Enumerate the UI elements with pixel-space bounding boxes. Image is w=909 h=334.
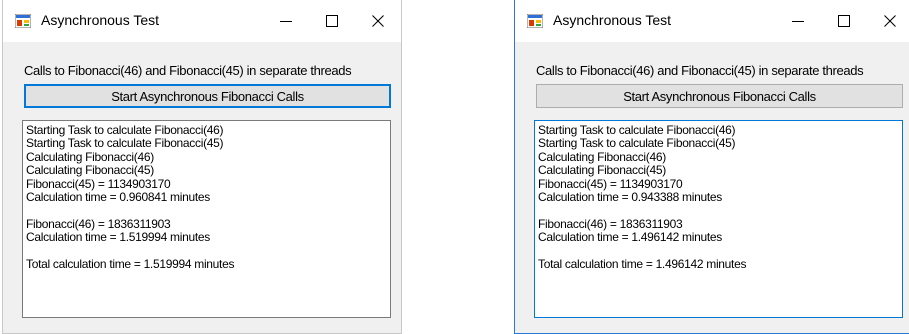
output-line: Calculating Fibonacci(46): [538, 149, 666, 164]
close-icon: [372, 15, 384, 27]
output-line: Fibonacci(45) = 1134903170: [538, 176, 683, 191]
description-label: Calls to Fibonacci(46) and Fibonacci(45)…: [24, 63, 352, 78]
app-window-icon: [15, 14, 31, 28]
title-bar[interactable]: Asynchronous Test: [515, 0, 909, 42]
output-line: Calculating Fibonacci(45): [538, 163, 666, 178]
maximize-button[interactable]: [821, 0, 867, 42]
app-window-icon: [527, 14, 543, 28]
output-line: Starting Task to calculate Fibonacci(46): [538, 123, 736, 137]
output-line: Total calculation time = 1.496142 minute…: [538, 256, 747, 271]
minimize-button[interactable]: [263, 0, 309, 42]
output-line: Starting Task to calculate Fibonacci(45): [26, 136, 224, 151]
output-line: Calculation time = 0.960841 minutes: [26, 189, 210, 204]
window-title: Asynchronous Test: [553, 12, 672, 28]
start-fibonacci-button[interactable]: Start Asynchronous Fibonacci Calls: [536, 84, 903, 108]
output-line: Fibonacci(46) = 1836311903: [26, 216, 171, 231]
close-button[interactable]: [867, 0, 909, 42]
close-button[interactable]: [355, 0, 401, 42]
output-line: Fibonacci(46) = 1836311903: [538, 216, 683, 231]
output-textbox[interactable]: Starting Task to calculate Fibonacci(46)…: [22, 120, 391, 318]
window-right: Asynchronous Test Calls to Fibonacci(46)…: [514, 0, 909, 334]
minimize-button[interactable]: [775, 0, 821, 42]
title-bar[interactable]: Asynchronous Test: [3, 0, 401, 42]
maximize-button[interactable]: [309, 0, 355, 42]
output-line: Fibonacci(45) = 1134903170: [26, 176, 171, 191]
output-line: Calculation time = 1.519994 minutes: [26, 230, 210, 245]
window-left: Asynchronous Test Calls to Fibonacci(46)…: [2, 0, 402, 334]
output-line: Calculating Fibonacci(45): [26, 163, 154, 178]
maximize-icon: [838, 15, 850, 27]
output-line: Calculation time = 1.496142 minutes: [538, 230, 722, 245]
description-label: Calls to Fibonacci(46) and Fibonacci(45)…: [536, 63, 864, 78]
output-textbox[interactable]: Starting Task to calculate Fibonacci(46)…: [534, 120, 903, 318]
start-fibonacci-button[interactable]: Start Asynchronous Fibonacci Calls: [24, 84, 391, 108]
output-line: Calculating Fibonacci(46): [26, 149, 154, 164]
output-line: Calculation time = 0.943388 minutes: [538, 189, 722, 204]
output-line: Starting Task to calculate Fibonacci(45): [538, 136, 736, 151]
window-title: Asynchronous Test: [41, 12, 160, 28]
minimize-icon: [792, 21, 804, 22]
output-line: Starting Task to calculate Fibonacci(46): [26, 123, 224, 137]
close-icon: [884, 15, 896, 27]
output-line: Total calculation time = 1.519994 minute…: [26, 256, 235, 271]
maximize-icon: [326, 15, 338, 27]
minimize-icon: [280, 21, 292, 22]
